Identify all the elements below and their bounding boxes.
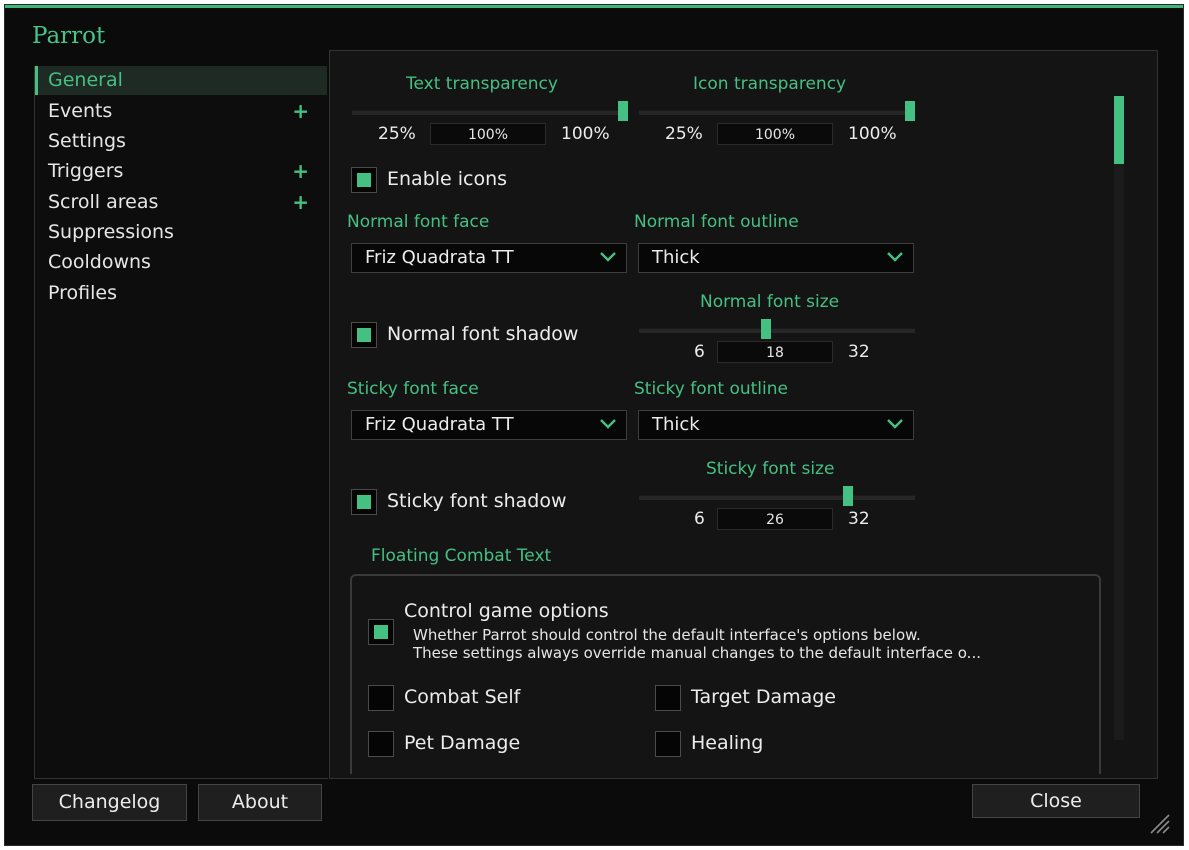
checkbox-check-fill xyxy=(374,625,388,639)
text-transparency-label: Text transparency xyxy=(406,74,558,94)
sidebar-item-label: Settings xyxy=(48,130,126,152)
sidebar-item-label: Cooldowns xyxy=(48,251,151,273)
control-game-options-checkbox[interactable] xyxy=(368,619,394,645)
target-damage-label: Target Damage xyxy=(691,686,836,708)
sticky-font-face-label: Sticky font face xyxy=(347,379,479,399)
normal-font-size-value[interactable]: 18 xyxy=(717,341,833,363)
dropdown-selected-value: Friz Quadrata TT xyxy=(365,414,514,435)
text-transparency-max: 100% xyxy=(561,124,610,144)
sticky-font-shadow-label: Sticky font shadow xyxy=(387,490,567,512)
normal-font-size-label: Normal font size xyxy=(700,292,840,312)
sidebar-item-label: Events xyxy=(48,100,113,122)
sidebar-item-label: General xyxy=(48,69,123,91)
enable-icons-checkbox[interactable] xyxy=(351,167,377,193)
icon-transparency-min: 25% xyxy=(665,124,703,144)
window-title: Parrot xyxy=(32,23,106,49)
chevron-down-icon[interactable] xyxy=(887,417,903,431)
sidebar-item-suppressions[interactable]: Suppressions xyxy=(35,218,327,247)
sticky-font-size-max: 32 xyxy=(848,509,870,529)
checkbox-check-fill xyxy=(357,495,371,509)
sticky-font-outline-dropdown[interactable]: Thick xyxy=(638,410,914,440)
sidebar-item-label: Scroll areas xyxy=(48,191,159,213)
chevron-down-icon[interactable] xyxy=(600,250,616,264)
pet-damage-checkbox[interactable] xyxy=(368,731,394,757)
checkbox-check-fill xyxy=(357,328,371,342)
changelog-button[interactable]: Changelog xyxy=(32,784,187,821)
combat-self-label: Combat Self xyxy=(404,686,521,708)
combat-self-checkbox[interactable] xyxy=(368,685,394,711)
plus-icon[interactable]: + xyxy=(292,157,309,186)
sidebar: General Events + Settings Triggers + Scr… xyxy=(34,66,328,779)
normal-font-size-min: 6 xyxy=(694,342,705,362)
sidebar-item-triggers[interactable]: Triggers + xyxy=(35,157,327,186)
normal-font-size-max: 32 xyxy=(848,342,870,362)
normal-font-face-label: Normal font face xyxy=(347,212,490,232)
control-game-options-desc-1: Whether Parrot should control the defaul… xyxy=(413,626,921,644)
text-transparency-min: 25% xyxy=(378,124,416,144)
general-options-panel: Text transparency 25% 100% 100% Icon tra… xyxy=(329,50,1158,779)
sidebar-item-label: Profiles xyxy=(48,282,117,304)
dropdown-selected-value: Friz Quadrata TT xyxy=(365,247,514,268)
sticky-font-size-value[interactable]: 26 xyxy=(717,508,833,530)
icon-transparency-label: Icon transparency xyxy=(693,74,847,94)
sticky-font-shadow-checkbox[interactable] xyxy=(351,489,377,515)
icon-transparency-slider-thumb[interactable] xyxy=(905,101,915,121)
dropdown-selected-value: Thick xyxy=(652,414,700,435)
sticky-font-size-slider[interactable] xyxy=(639,495,915,500)
target-damage-checkbox[interactable] xyxy=(655,685,681,711)
text-transparency-slider-thumb[interactable] xyxy=(618,101,628,121)
fct-group-title: Floating Combat Text xyxy=(371,546,552,566)
normal-font-outline-dropdown[interactable]: Thick xyxy=(638,243,914,273)
chevron-down-icon[interactable] xyxy=(600,417,616,431)
sidebar-item-general[interactable]: General xyxy=(35,66,327,95)
normal-font-shadow-checkbox[interactable] xyxy=(351,322,377,348)
sidebar-item-label: Triggers xyxy=(48,160,124,182)
normal-font-size-slider-thumb[interactable] xyxy=(761,319,771,339)
pet-damage-label: Pet Damage xyxy=(404,732,521,754)
text-transparency-slider[interactable] xyxy=(352,110,628,115)
enable-icons-label: Enable icons xyxy=(387,168,508,190)
fct-group-box: Control game options Whether Parrot shou… xyxy=(350,574,1101,774)
sticky-font-outline-label: Sticky font outline xyxy=(634,379,788,399)
close-button[interactable]: Close xyxy=(972,784,1140,818)
control-game-options-label: Control game options xyxy=(404,600,609,622)
scrollbar-thumb[interactable] xyxy=(1114,96,1124,164)
content-scrollbar[interactable] xyxy=(1114,96,1124,740)
sidebar-item-settings[interactable]: Settings xyxy=(35,127,327,156)
icon-transparency-value[interactable]: 100% xyxy=(717,123,833,145)
sticky-font-size-slider-thumb[interactable] xyxy=(843,486,853,506)
sidebar-item-cooldowns[interactable]: Cooldowns xyxy=(35,248,327,277)
sticky-font-face-dropdown[interactable]: Friz Quadrata TT xyxy=(351,410,627,440)
normal-font-face-dropdown[interactable]: Friz Quadrata TT xyxy=(351,243,627,273)
normal-font-shadow-label: Normal font shadow xyxy=(387,323,579,345)
plus-icon[interactable]: + xyxy=(292,97,309,126)
sidebar-item-events[interactable]: Events + xyxy=(35,97,327,126)
sticky-font-size-label: Sticky font size xyxy=(706,459,835,479)
healing-checkbox[interactable] xyxy=(655,731,681,757)
sticky-font-size-min: 6 xyxy=(694,509,705,529)
about-button[interactable]: About xyxy=(198,784,322,821)
window-top-accent xyxy=(5,5,1183,8)
normal-font-size-slider[interactable] xyxy=(639,328,915,333)
plus-icon[interactable]: + xyxy=(292,188,309,217)
control-game-options-desc-2: These settings always override manual ch… xyxy=(413,644,981,662)
text-transparency-value[interactable]: 100% xyxy=(430,123,546,145)
resize-grip-icon[interactable] xyxy=(1147,811,1173,837)
parrot-config-window: Parrot General Events + Settings Trigger… xyxy=(4,4,1184,846)
sidebar-item-profiles[interactable]: Profiles xyxy=(35,279,327,308)
normal-font-outline-label: Normal font outline xyxy=(634,212,799,232)
dropdown-selected-value: Thick xyxy=(652,247,700,268)
checkbox-check-fill xyxy=(357,173,371,187)
chevron-down-icon[interactable] xyxy=(887,250,903,264)
icon-transparency-max: 100% xyxy=(848,124,897,144)
sidebar-item-scroll-areas[interactable]: Scroll areas + xyxy=(35,188,327,217)
sidebar-item-label: Suppressions xyxy=(48,221,174,243)
icon-transparency-slider[interactable] xyxy=(639,110,915,115)
healing-label: Healing xyxy=(691,732,764,754)
